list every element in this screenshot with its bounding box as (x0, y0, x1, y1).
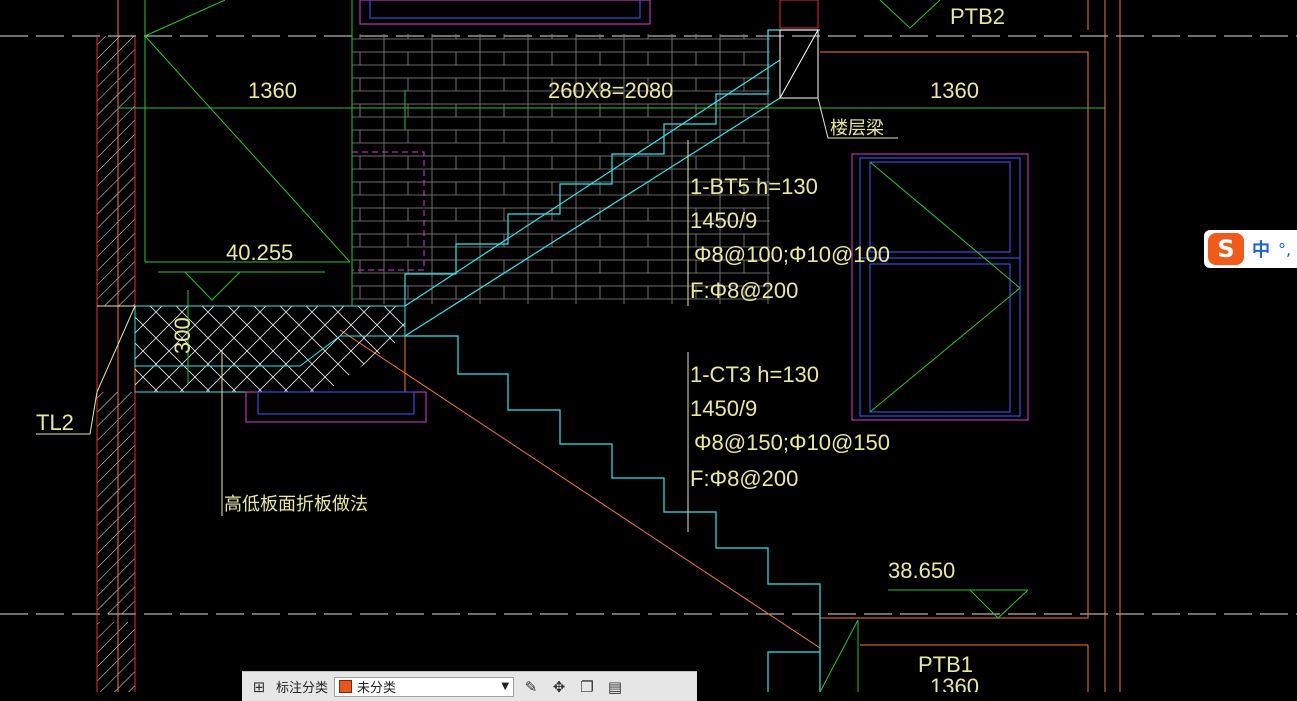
floor-beam (779, 0, 819, 99)
move-icon[interactable]: ✥ (548, 677, 570, 697)
bt5-line2: 1450/9 (690, 208, 757, 233)
annotation-toolbar: ⊞ 标注分类 未分类 ▼ ✎ ✥ ❐ ▤ (242, 671, 697, 701)
elevation-upper: 40.255 (226, 240, 293, 265)
copy-icon[interactable]: ❐ (576, 677, 598, 697)
bt5-line1: 1-BT5 h=130 (690, 174, 818, 199)
left-wall (96, 0, 136, 692)
chevron-down-icon: ▼ (501, 681, 510, 692)
tl2-label: TL2 (36, 410, 74, 435)
category-value: 未分类 (357, 681, 397, 696)
elevation-lower: 38.650 (888, 558, 955, 583)
ct3-line4: F:Φ8@200 (690, 466, 798, 491)
dim-steps-text: 260X8=2080 (548, 78, 673, 103)
bt5-line4: F:Φ8@200 (690, 278, 798, 303)
ime-indicator[interactable]: S 中 °, (1204, 230, 1297, 268)
slab-thickness-label: 300 (170, 317, 195, 354)
ime-mode-label[interactable]: 中 (1252, 236, 1270, 262)
bt5-line3: Φ8@100;Φ10@100 (694, 242, 890, 267)
dim-left-text: 1360 (248, 78, 297, 103)
grid-icon[interactable]: ⊞ (248, 677, 270, 697)
category-color-swatch (339, 680, 353, 693)
category-label: 标注分类 (276, 681, 329, 696)
ct3-line3: Φ8@150;Φ10@150 (694, 430, 890, 455)
ime-punct-icon[interactable]: °, (1278, 240, 1291, 259)
ptb1-dim: 1360 (930, 674, 979, 692)
floor-beam-label: 楼层梁 (830, 118, 884, 138)
fold-note-label: 高低板面折板做法 (224, 494, 368, 514)
paste-icon[interactable]: ▤ (604, 677, 626, 697)
ct3-line1: 1-CT3 h=130 (690, 362, 819, 387)
ct3-line2: 1450/9 (690, 396, 757, 421)
dim-right-text: 1360 (930, 78, 979, 103)
ptb2-label: PTB2 (950, 4, 1005, 29)
edit-icon[interactable]: ✎ (520, 677, 542, 697)
category-select[interactable]: 未分类 ▼ (334, 676, 515, 697)
cad-drawing-canvas[interactable]: 1360 260X8=2080 1360 PTB2 楼层梁 40.255 38.… (0, 0, 1297, 692)
sogou-logo-icon: S (1208, 233, 1244, 265)
window-right (851, 153, 1029, 421)
